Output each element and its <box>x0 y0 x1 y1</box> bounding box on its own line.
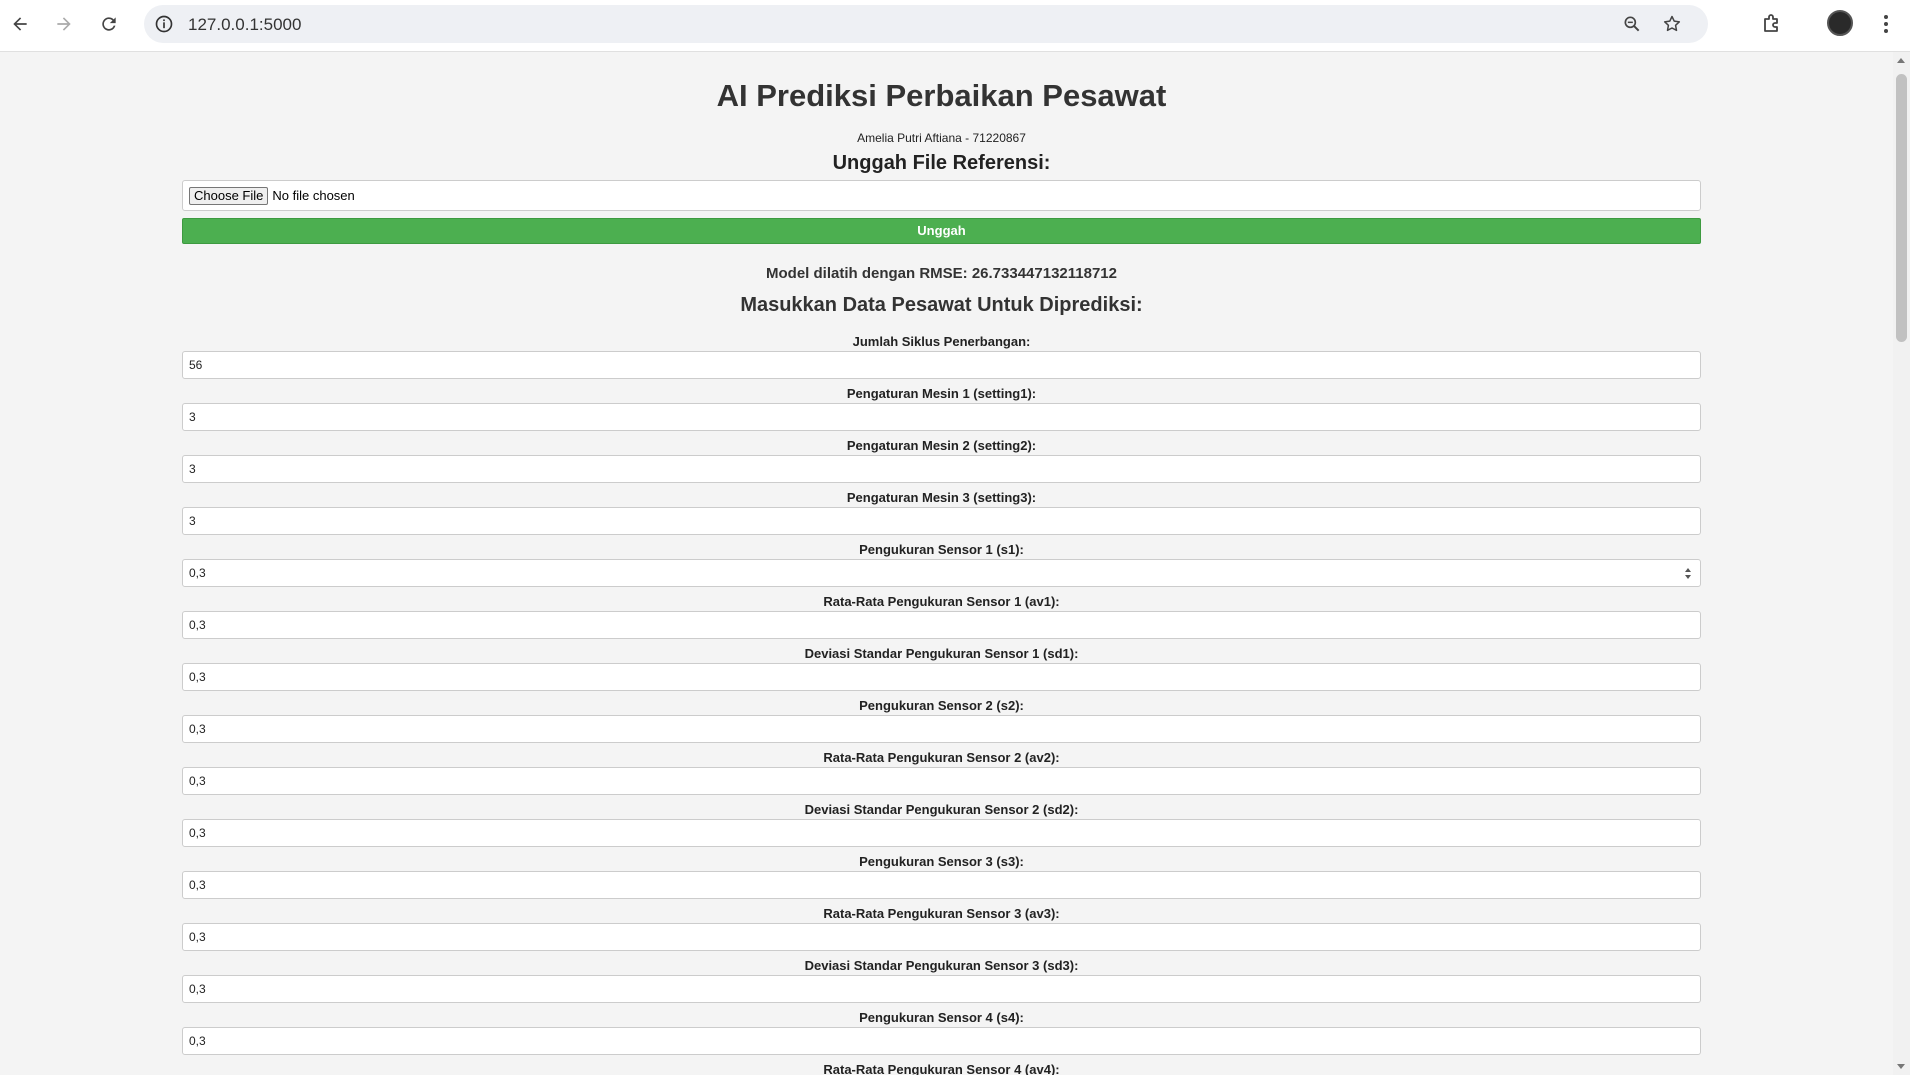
form-field: Pengukuran Sensor 2 (s2): 0,3 <box>182 696 1701 748</box>
field-label: Rata-Rata Pengukuran Sensor 3 (av3): <box>823 906 1060 921</box>
field-label: Rata-Rata Pengukuran Sensor 1 (av1): <box>823 594 1060 609</box>
file-input[interactable]: Choose File No file chosen <box>182 180 1701 211</box>
form-field: Rata-Rata Pengukuran Sensor 3 (av3): 0,3 <box>182 904 1701 956</box>
s1-value: 0,3 <box>189 566 206 580</box>
field-label: Rata-Rata Pengukuran Sensor 4 (av4): <box>823 1062 1060 1075</box>
av2-input[interactable]: 0,3 <box>182 767 1701 795</box>
setting2-input[interactable]: 3 <box>182 455 1701 483</box>
form-field: Rata-Rata Pengukuran Sensor 4 (av4): <box>182 1060 1701 1075</box>
scroll-up-icon[interactable] <box>1897 58 1905 63</box>
address-bar[interactable]: 127.0.0.1:5000 <box>144 5 1708 43</box>
field-label: Pengukuran Sensor 1 (s1): <box>859 542 1024 557</box>
scroll-thumb[interactable] <box>1896 74 1907 342</box>
prediction-form: Jumlah Siklus Penerbangan: 56 Pengaturan… <box>182 332 1701 1075</box>
field-label: Pengaturan Mesin 3 (setting3): <box>846 490 1037 505</box>
back-arrow-icon <box>13 17 27 31</box>
upload-button[interactable]: Unggah <box>182 218 1701 244</box>
form-field: Pengukuran Sensor 3 (s3): 0,3 <box>182 852 1701 904</box>
file-status-text: No file chosen <box>272 188 355 203</box>
zoom-icon[interactable] <box>1622 14 1642 34</box>
form-field: Deviasi Standar Pengukuran Sensor 3 (sd3… <box>182 956 1701 1008</box>
form-field: Pengukuran Sensor 1 (s1): 0,3 <box>182 540 1701 592</box>
forward-arrow-icon <box>57 17 71 31</box>
bookmark-star-icon[interactable] <box>1662 14 1682 34</box>
av1-input[interactable]: 0,3 <box>182 611 1701 639</box>
s3-input[interactable]: 0,3 <box>182 871 1701 899</box>
author-text: Amelia Putri Aftiana - 71220867 <box>857 131 1026 145</box>
upload-section-title: Unggah File Referensi: <box>832 152 1051 174</box>
scroll-down-icon[interactable] <box>1897 1064 1905 1069</box>
site-info-icon[interactable] <box>154 14 174 34</box>
form-field: Pengukuran Sensor 4 (s4): 0,3 <box>182 1008 1701 1060</box>
setting1-input[interactable]: 3 <box>182 403 1701 431</box>
field-label: Deviasi Standar Pengukuran Sensor 3 (sd3… <box>804 958 1079 973</box>
extensions-icon[interactable] <box>1760 12 1784 36</box>
form-field: Pengaturan Mesin 2 (setting2): 3 <box>182 436 1701 488</box>
form-field: Jumlah Siklus Penerbangan: 56 <box>182 332 1701 384</box>
field-label: Pengaturan Mesin 2 (setting2): <box>846 438 1037 453</box>
field-label: Pengukuran Sensor 3 (s3): <box>859 854 1024 869</box>
sd2-input[interactable]: 0,3 <box>182 819 1701 847</box>
sd3-input[interactable]: 0,3 <box>182 975 1701 1003</box>
number-spinner-icon[interactable] <box>1684 568 1692 579</box>
page-viewport: AI Prediksi Perbaikan Pesawat Amelia Put… <box>0 52 1893 1075</box>
field-label: Deviasi Standar Pengukuran Sensor 1 (sd1… <box>804 646 1079 661</box>
reload-icon <box>102 17 116 31</box>
rmse-text: Model dilatih dengan RMSE: 26.7334471321… <box>766 265 1117 282</box>
url-text[interactable]: 127.0.0.1:5000 <box>188 15 301 35</box>
field-label: Pengukuran Sensor 2 (s2): <box>859 698 1024 713</box>
main-container: AI Prediksi Perbaikan Pesawat Amelia Put… <box>182 52 1701 1075</box>
choose-file-button[interactable]: Choose File <box>189 186 269 205</box>
field-label: Pengukuran Sensor 4 (s4): <box>859 1010 1024 1025</box>
sd1-input[interactable]: 0,3 <box>182 663 1701 691</box>
s4-input[interactable]: 0,3 <box>182 1027 1701 1055</box>
forward-button[interactable] <box>48 8 80 40</box>
browser-menu-icon[interactable] <box>1876 12 1896 36</box>
field-label: Pengaturan Mesin 1 (setting1): <box>846 386 1037 401</box>
browser-toolbar: 127.0.0.1:5000 <box>0 0 1910 52</box>
predict-section-title: Masukkan Data Pesawat Untuk Diprediksi: <box>740 294 1143 316</box>
reload-button[interactable] <box>93 8 125 40</box>
form-field: Pengaturan Mesin 3 (setting3): 3 <box>182 488 1701 540</box>
back-button[interactable] <box>4 8 36 40</box>
s1-input[interactable]: 0,3 <box>182 559 1701 587</box>
form-field: Rata-Rata Pengukuran Sensor 1 (av1): 0,3 <box>182 592 1701 644</box>
av3-input[interactable]: 0,3 <box>182 923 1701 951</box>
cycle-count-input[interactable]: 56 <box>182 351 1701 379</box>
page-title: AI Prediksi Perbaikan Pesawat <box>716 78 1167 113</box>
form-field: Deviasi Standar Pengukuran Sensor 2 (sd2… <box>182 800 1701 852</box>
form-field: Pengaturan Mesin 1 (setting1): 3 <box>182 384 1701 436</box>
form-field: Rata-Rata Pengukuran Sensor 2 (av2): 0,3 <box>182 748 1701 800</box>
setting3-input[interactable]: 3 <box>182 507 1701 535</box>
form-field: Deviasi Standar Pengukuran Sensor 1 (sd1… <box>182 644 1701 696</box>
s2-input[interactable]: 0,3 <box>182 715 1701 743</box>
page-scrollbar[interactable] <box>1893 52 1910 1075</box>
field-label: Jumlah Siklus Penerbangan: <box>852 334 1031 349</box>
field-label: Deviasi Standar Pengukuran Sensor 2 (sd2… <box>804 802 1079 817</box>
profile-avatar[interactable] <box>1827 10 1853 36</box>
field-label: Rata-Rata Pengukuran Sensor 2 (av2): <box>823 750 1060 765</box>
